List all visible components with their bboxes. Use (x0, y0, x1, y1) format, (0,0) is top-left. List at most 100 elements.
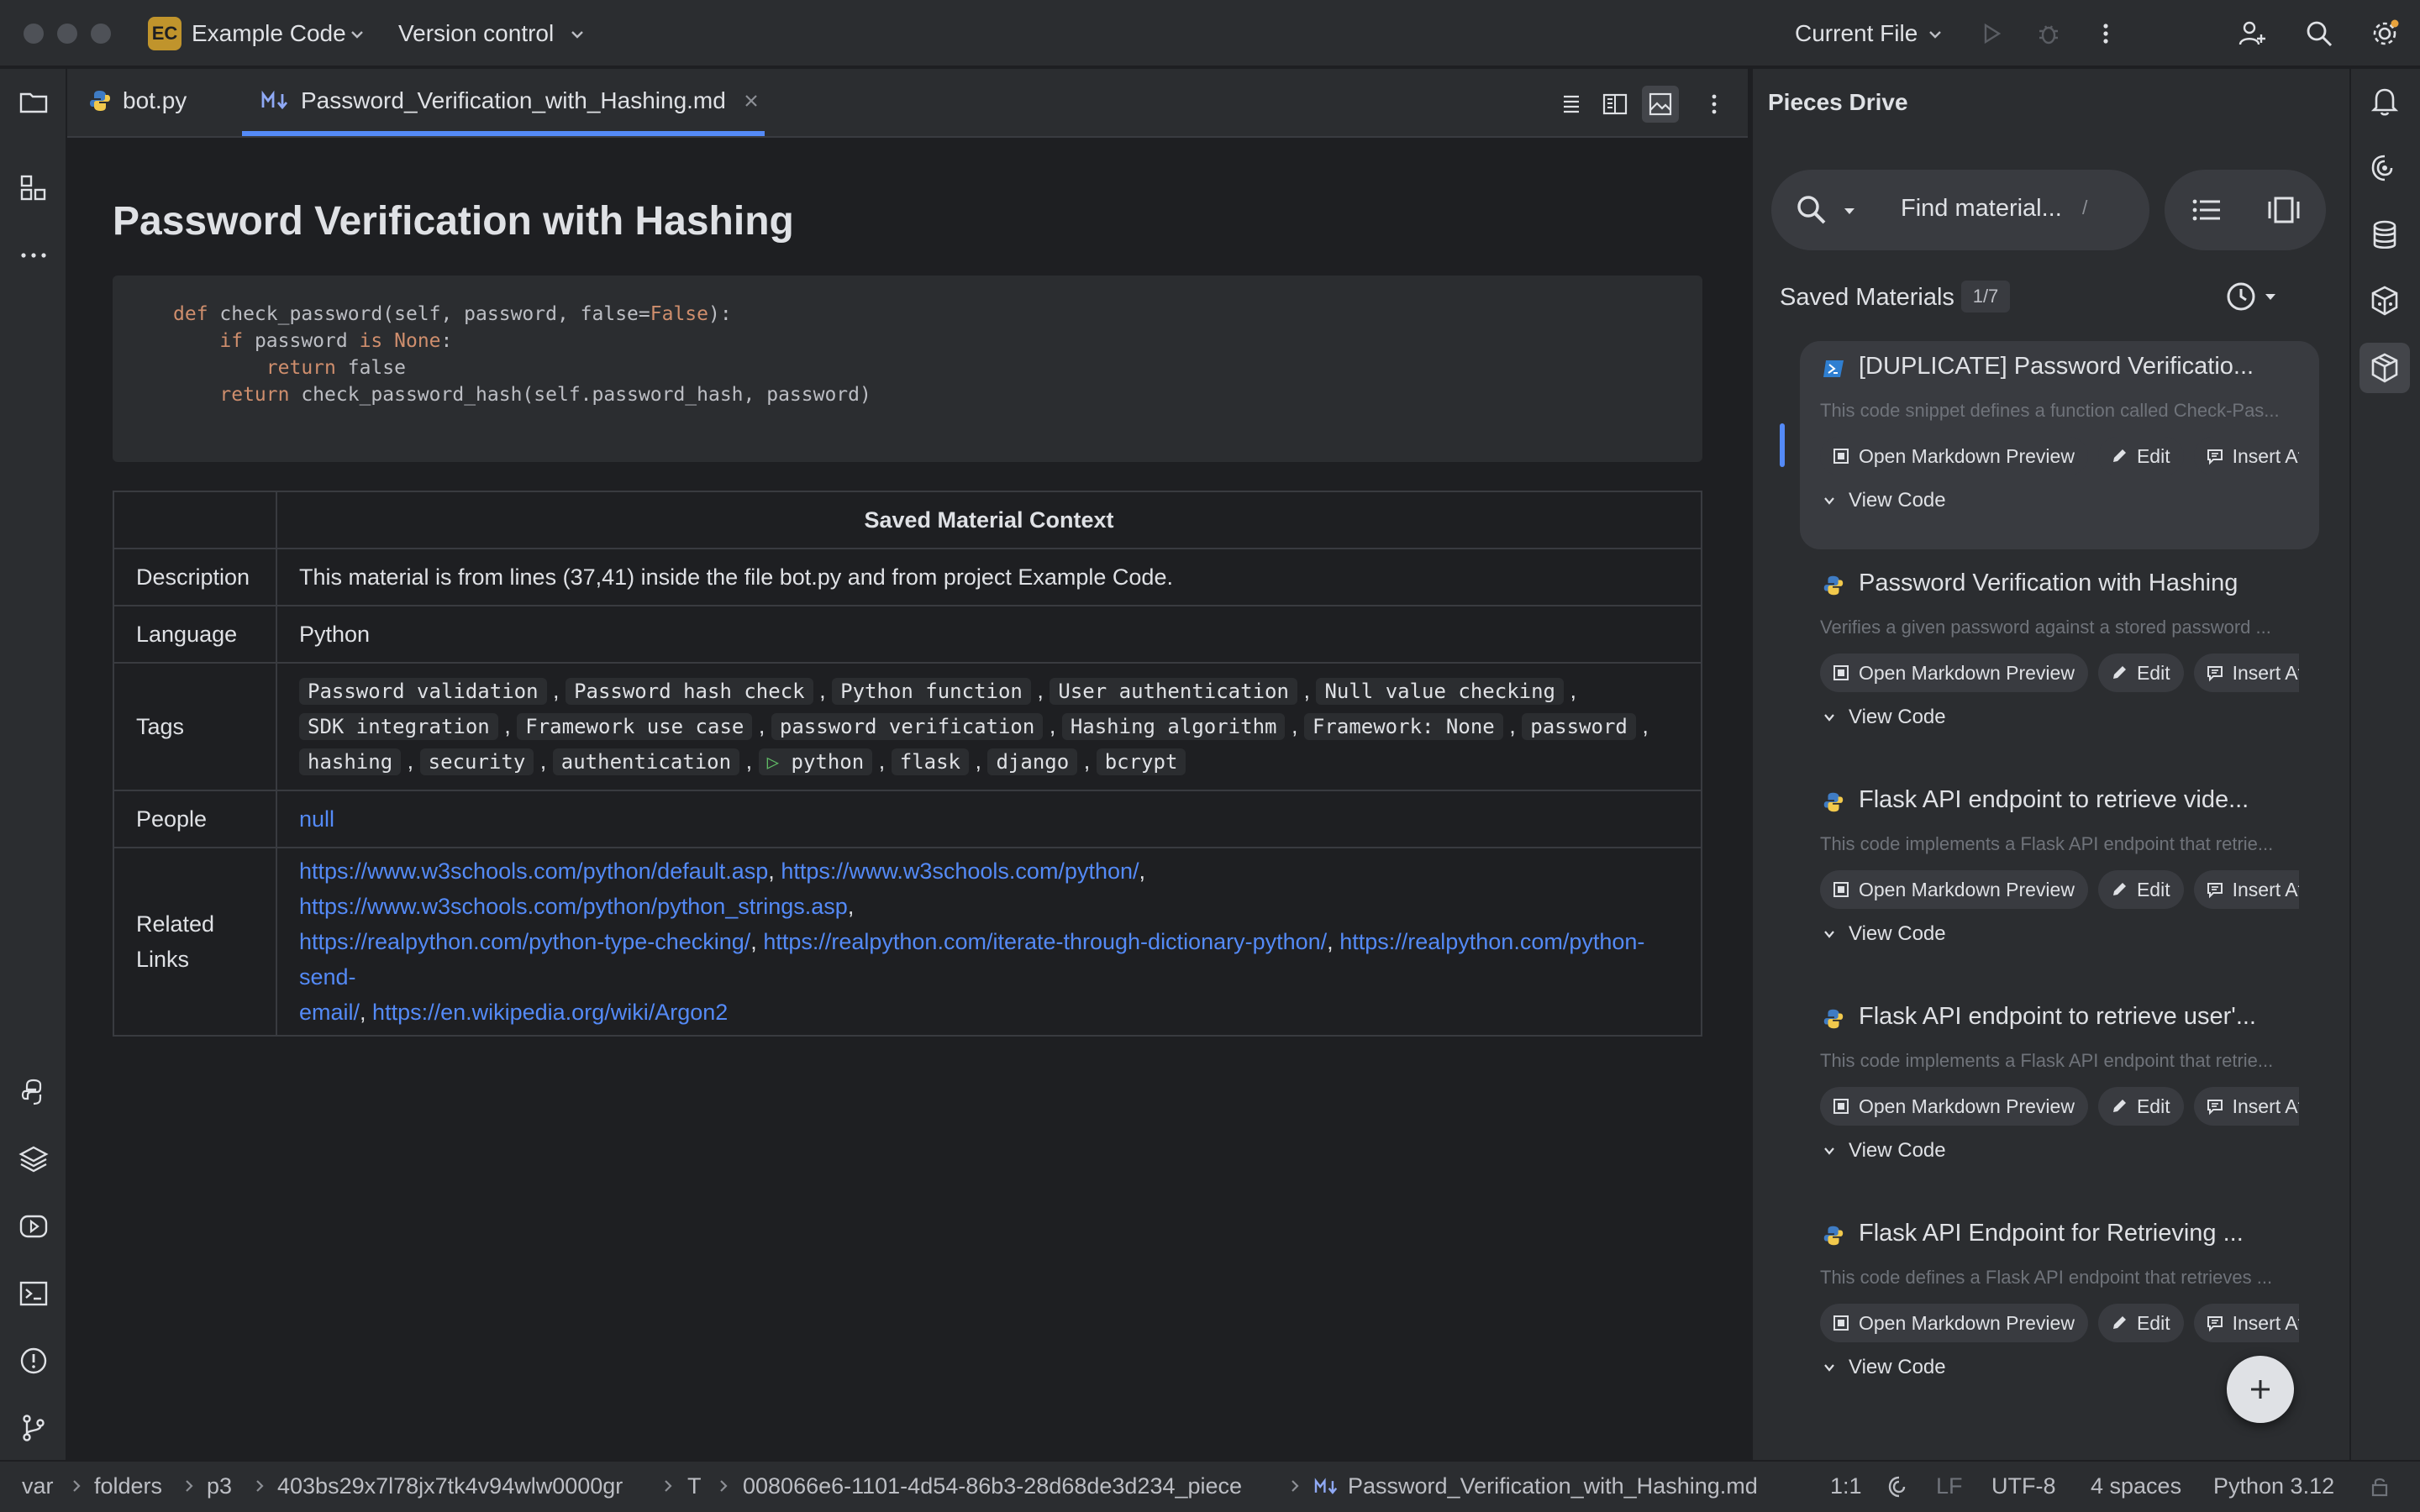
breadcrumb-item[interactable]: folders (94, 1473, 162, 1499)
open-markdown-preview-button[interactable]: Open Markdown Preview (1820, 1304, 2088, 1342)
python-interpreter[interactable]: Python 3.12 (2213, 1473, 2334, 1499)
saved-material-card[interactable]: Flask API endpoint to retrieve vide... Th… (1800, 778, 2319, 979)
version-control-menu[interactable]: Version control (398, 20, 554, 47)
tab-bot-py[interactable]: bot.py (87, 87, 187, 114)
breadcrumb-item[interactable]: 403bs29x7l78jx7tk4v94wlw0000gr (277, 1473, 623, 1499)
button-label: Edit (2136, 1095, 2170, 1117)
edit-button[interactable]: Edit (2097, 437, 2184, 475)
python-console-icon[interactable] (17, 1075, 50, 1109)
search-input-placeholder[interactable]: Find material... (1901, 195, 2062, 223)
related-link[interactable]: https://realpython.com/iterate-through-d… (763, 929, 1327, 954)
indent-setting[interactable]: 4 spaces (2091, 1473, 2181, 1499)
insert-at-button[interactable]: Insert At (2193, 870, 2299, 909)
layers-icon[interactable] (17, 1142, 50, 1176)
breadcrumb-item[interactable]: 008066e6-1101-4d54-86b3-28d68de3d234_pie… (743, 1473, 1242, 1499)
chevron-down-icon[interactable] (348, 25, 366, 44)
editor-more-icon[interactable] (1699, 89, 1729, 119)
pieces-drive-icon[interactable] (2360, 343, 2410, 393)
saved-material-card[interactable]: Flask API endpoint to retrieve user'... T… (1800, 995, 2319, 1196)
more-actions-icon[interactable] (2089, 17, 2123, 50)
carousel-view-icon[interactable] (2265, 192, 2302, 228)
chevron-down-icon[interactable] (1926, 25, 1944, 44)
line-separator[interactable]: LF (1936, 1473, 1963, 1499)
card-title[interactable]: Flask API endpoint to retrieve vide... (1859, 786, 2249, 814)
edit-button[interactable]: Edit (2097, 654, 2184, 692)
problems-icon[interactable] (17, 1344, 50, 1378)
related-link[interactable]: https://realpython.com/python-type-check… (299, 929, 750, 954)
card-title[interactable]: [DUPLICATE] Password Verificatio... (1859, 353, 2254, 381)
related-link[interactable]: https://en.wikipedia.org/wiki/Argon2 (372, 1000, 728, 1025)
open-markdown-preview-button[interactable]: Open Markdown Preview (1820, 654, 2088, 692)
breadcrumb-item[interactable]: Password_Verification_with_Hashing.md (1313, 1473, 1758, 1499)
tab-password-verification-md[interactable]: Password_Verification_with_Hashing.md (260, 87, 761, 114)
insert-at-button[interactable]: Insert At (2193, 437, 2299, 475)
list-view-icon[interactable] (2188, 192, 2225, 228)
database-icon[interactable] (2368, 218, 2402, 252)
insert-at-button[interactable]: Insert At (2193, 1304, 2299, 1342)
breadcrumb-item[interactable]: T (687, 1473, 702, 1499)
view-code-toggle[interactable]: View Code (1822, 922, 1946, 946)
button-label: Open Markdown Preview (1859, 878, 2075, 900)
window-zoom-button[interactable] (91, 24, 111, 44)
ai-status-icon[interactable] (1886, 1473, 1912, 1500)
breadcrumb-item[interactable]: var (22, 1473, 54, 1499)
window-minimize-button[interactable] (57, 24, 77, 44)
search-icon[interactable] (2302, 17, 2336, 50)
chevron-down-icon[interactable] (568, 25, 587, 44)
card-title[interactable]: Password Verification with Hashing (1859, 570, 2238, 597)
open-markdown-preview-button[interactable]: Open Markdown Preview (1820, 870, 2088, 909)
powershell-icon (1822, 357, 1845, 381)
open-markdown-preview-button[interactable]: Open Markdown Preview (1820, 437, 2088, 475)
structure-icon[interactable] (17, 171, 50, 205)
tags-label: Tags (113, 662, 277, 791)
edit-button[interactable]: Edit (2097, 1087, 2184, 1126)
lock-icon[interactable] (2368, 1475, 2391, 1499)
search-icon[interactable] (1795, 193, 1828, 227)
edit-button[interactable]: Edit (2097, 1304, 2184, 1342)
view-code-toggle[interactable]: View Code (1822, 1356, 1946, 1379)
breadcrumb-item[interactable]: p3 (207, 1473, 232, 1499)
related-link[interactable]: email/ (299, 1000, 360, 1025)
related-link[interactable]: https://www.w3schools.com/python/default… (299, 858, 768, 884)
view-code-toggle[interactable]: View Code (1822, 489, 1946, 512)
git-branch-icon[interactable] (17, 1411, 50, 1445)
pieces-copilot-icon[interactable] (2368, 284, 2402, 318)
related-link[interactable]: https://www.w3schools.com/python/python_… (299, 894, 848, 919)
terminal-icon[interactable] (17, 1277, 50, 1310)
view-code-toggle[interactable]: View Code (1822, 706, 1946, 729)
run-config-selector[interactable]: Current File (1795, 20, 1918, 47)
caret-position[interactable]: 1:1 (1830, 1473, 1862, 1499)
file-encoding[interactable]: UTF-8 (1991, 1473, 2056, 1499)
editor-only-view-icon[interactable] (1556, 89, 1586, 119)
view-code-toggle[interactable]: View Code (1822, 1139, 1946, 1163)
saved-material-card[interactable]: Password Verification with Hashing Verifi… (1800, 561, 2319, 763)
project-badge[interactable]: EC (148, 17, 182, 50)
edit-button[interactable]: Edit (2097, 870, 2184, 909)
more-tools-icon[interactable] (17, 239, 50, 272)
python-icon (1822, 790, 1845, 814)
debug-icon[interactable] (2032, 17, 2065, 50)
window-close-button[interactable] (24, 24, 44, 44)
open-markdown-preview-button[interactable]: Open Markdown Preview (1820, 1087, 2088, 1126)
people-value[interactable]: null (276, 790, 1702, 848)
preview-only-view-icon[interactable] (1642, 86, 1679, 123)
insert-at-button[interactable]: Insert At (2193, 1087, 2299, 1126)
notifications-bell-icon[interactable] (2368, 84, 2402, 118)
services-icon[interactable] (17, 1210, 50, 1243)
card-title[interactable]: Flask API Endpoint for Retrieving ... (1859, 1220, 2244, 1247)
insert-at-button[interactable]: Insert At (2193, 654, 2299, 692)
sort-recent-button[interactable] (2225, 281, 2279, 312)
project-name[interactable]: Example Code (192, 20, 346, 47)
add-material-button[interactable] (2227, 1356, 2294, 1423)
related-link[interactable]: https://www.w3schools.com/python/ (781, 858, 1139, 884)
split-view-icon[interactable] (1600, 89, 1630, 119)
saved-material-card[interactable]: [DUPLICATE] Password Verificatio... This … (1800, 344, 2319, 546)
card-title[interactable]: Flask API endpoint to retrieve user'... (1859, 1003, 2256, 1031)
settings-gear-icon[interactable] (2368, 17, 2402, 50)
ai-assistant-icon[interactable] (2368, 151, 2402, 185)
add-user-icon[interactable] (2235, 17, 2269, 50)
project-folder-icon[interactable] (17, 86, 50, 119)
close-tab-icon[interactable] (741, 91, 761, 111)
caret-down-icon[interactable] (1840, 202, 1859, 220)
run-icon[interactable] (1975, 17, 2008, 50)
